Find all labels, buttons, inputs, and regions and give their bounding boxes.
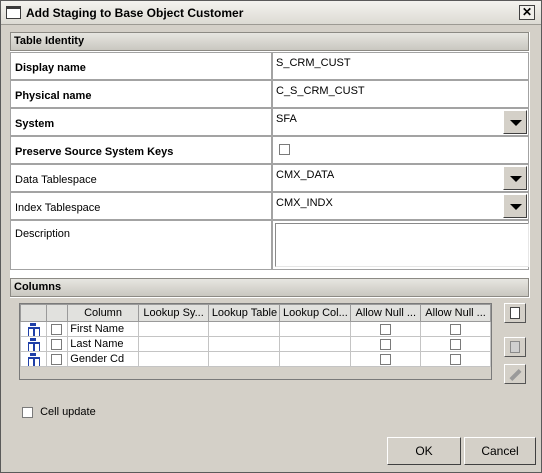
system-value: SFA	[276, 113, 297, 125]
index-tablespace-label: Index Tablespace	[10, 192, 272, 220]
col-header-select[interactable]	[45, 304, 69, 322]
row-key-cell	[20, 351, 47, 367]
col-header-lookup-system[interactable]: Lookup Sy...	[137, 304, 210, 322]
select-columns-icon	[510, 307, 520, 319]
lookup-column-cell[interactable]	[279, 336, 352, 352]
description-cell	[272, 220, 529, 270]
lookup-column-cell[interactable]	[279, 321, 352, 337]
columns-header: Columns	[10, 278, 529, 297]
allow-null-checkbox[interactable]	[450, 323, 462, 335]
description-label: Description	[10, 220, 272, 270]
allow-null-checkbox[interactable]	[450, 353, 462, 365]
display-name-field[interactable]: S_CRM_CUST	[272, 52, 529, 80]
table-identity-properties: Display name S_CRM_CUST Physical name C_…	[10, 52, 529, 270]
display-name-row: Display name S_CRM_CUST	[10, 52, 529, 80]
close-button[interactable]: ✕	[519, 5, 535, 20]
index-tablespace-row: Index Tablespace CMX_INDX	[10, 192, 529, 220]
app-icon	[6, 6, 21, 19]
table-row[interactable]: Last Name	[20, 336, 491, 352]
data-tablespace-select[interactable]: CMX_DATA	[272, 164, 529, 192]
display-name-label: Display name	[10, 52, 272, 80]
system-select[interactable]: SFA	[272, 108, 529, 136]
lookup-system-cell[interactable]	[137, 321, 210, 337]
row-select-checkbox[interactable]	[51, 338, 63, 350]
table-row[interactable]: First Name	[20, 321, 491, 337]
columns-panel: Column Lookup Sy... Lookup Table Lookup …	[10, 298, 530, 428]
column-name-cell[interactable]: First Name	[67, 321, 139, 337]
description-row: Description	[10, 220, 529, 270]
col-header-allow-null-2[interactable]: Allow Null ...	[420, 304, 491, 322]
columns-table: Column Lookup Sy... Lookup Table Lookup …	[20, 304, 491, 367]
lookup-system-cell[interactable]	[137, 336, 210, 352]
cancel-button[interactable]: Cancel	[464, 437, 536, 465]
preserve-keys-cell	[272, 136, 529, 164]
data-tablespace-dropdown-button[interactable]	[503, 166, 527, 190]
row-key-cell	[20, 321, 47, 337]
row-key-cell	[20, 336, 47, 352]
system-row: System SFA	[10, 108, 529, 136]
select-columns-button[interactable]	[504, 303, 526, 323]
system-label: System	[10, 108, 272, 136]
preserve-keys-row: Preserve Source System Keys	[10, 136, 529, 164]
allow-null-checkbox[interactable]	[380, 338, 392, 350]
system-dropdown-button[interactable]	[503, 110, 527, 134]
row-select-checkbox[interactable]	[51, 323, 63, 335]
description-textarea[interactable]	[275, 223, 529, 267]
data-tablespace-row: Data Tablespace CMX_DATA	[10, 164, 529, 192]
data-tablespace-value: CMX_DATA	[276, 169, 335, 181]
column-name-cell[interactable]: Last Name	[67, 336, 139, 352]
lookup-table-cell[interactable]	[208, 321, 281, 337]
ok-button[interactable]: OK	[387, 437, 461, 465]
index-tablespace-dropdown-button[interactable]	[503, 194, 527, 218]
col-header-column[interactable]: Column	[67, 304, 139, 322]
column-name-cell[interactable]: Gender Cd	[67, 351, 139, 367]
preserve-keys-label: Preserve Source System Keys	[10, 136, 272, 164]
col-header-allow-null-1[interactable]: Allow Null ...	[350, 304, 422, 322]
col-header-icon[interactable]	[20, 304, 47, 322]
pencil-icon	[509, 368, 522, 382]
clear-columns-icon	[510, 341, 520, 353]
dialog-content: Table Identity Display name S_CRM_CUST P…	[10, 32, 530, 428]
cell-update-checkbox[interactable]	[22, 406, 33, 418]
lookup-system-cell[interactable]	[137, 351, 210, 367]
physical-name-label: Physical name	[10, 80, 272, 108]
allow-null-checkbox[interactable]	[380, 323, 392, 335]
table-row[interactable]: Gender Cd	[20, 351, 491, 367]
dialog-window: Add Staging to Base Object Customer ✕ Ta…	[0, 0, 542, 473]
clear-columns-button[interactable]	[504, 337, 526, 357]
index-tablespace-select[interactable]: CMX_INDX	[272, 192, 529, 220]
col-header-lookup-table[interactable]: Lookup Table	[208, 304, 281, 322]
allow-null-checkbox[interactable]	[450, 338, 462, 350]
columns-grid[interactable]: Column Lookup Sy... Lookup Table Lookup …	[19, 303, 492, 380]
physical-name-row: Physical name C_S_CRM_CUST	[10, 80, 529, 108]
row-select-checkbox[interactable]	[51, 353, 63, 365]
title-bar[interactable]: Add Staging to Base Object Customer ✕	[1, 1, 541, 25]
preserve-keys-checkbox[interactable]	[279, 144, 290, 155]
column-key-icon	[27, 353, 41, 366]
window-title: Add Staging to Base Object Customer	[26, 6, 244, 20]
column-key-icon	[27, 338, 41, 351]
lookup-table-cell[interactable]	[208, 336, 281, 352]
col-header-lookup-column[interactable]: Lookup Col...	[279, 304, 352, 322]
edit-column-button[interactable]	[504, 364, 526, 384]
cell-update-label: Cell update	[40, 406, 96, 418]
table-identity-header: Table Identity	[10, 32, 529, 51]
data-tablespace-label: Data Tablespace	[10, 164, 272, 192]
lookup-table-cell[interactable]	[208, 351, 281, 367]
allow-null-checkbox[interactable]	[380, 353, 392, 365]
cell-update-option[interactable]: Cell update	[22, 406, 96, 418]
columns-header-row: Column Lookup Sy... Lookup Table Lookup …	[20, 304, 491, 322]
column-key-icon	[27, 323, 41, 336]
lookup-column-cell[interactable]	[279, 351, 352, 367]
index-tablespace-value: CMX_INDX	[276, 197, 333, 209]
physical-name-field[interactable]: C_S_CRM_CUST	[272, 80, 529, 108]
